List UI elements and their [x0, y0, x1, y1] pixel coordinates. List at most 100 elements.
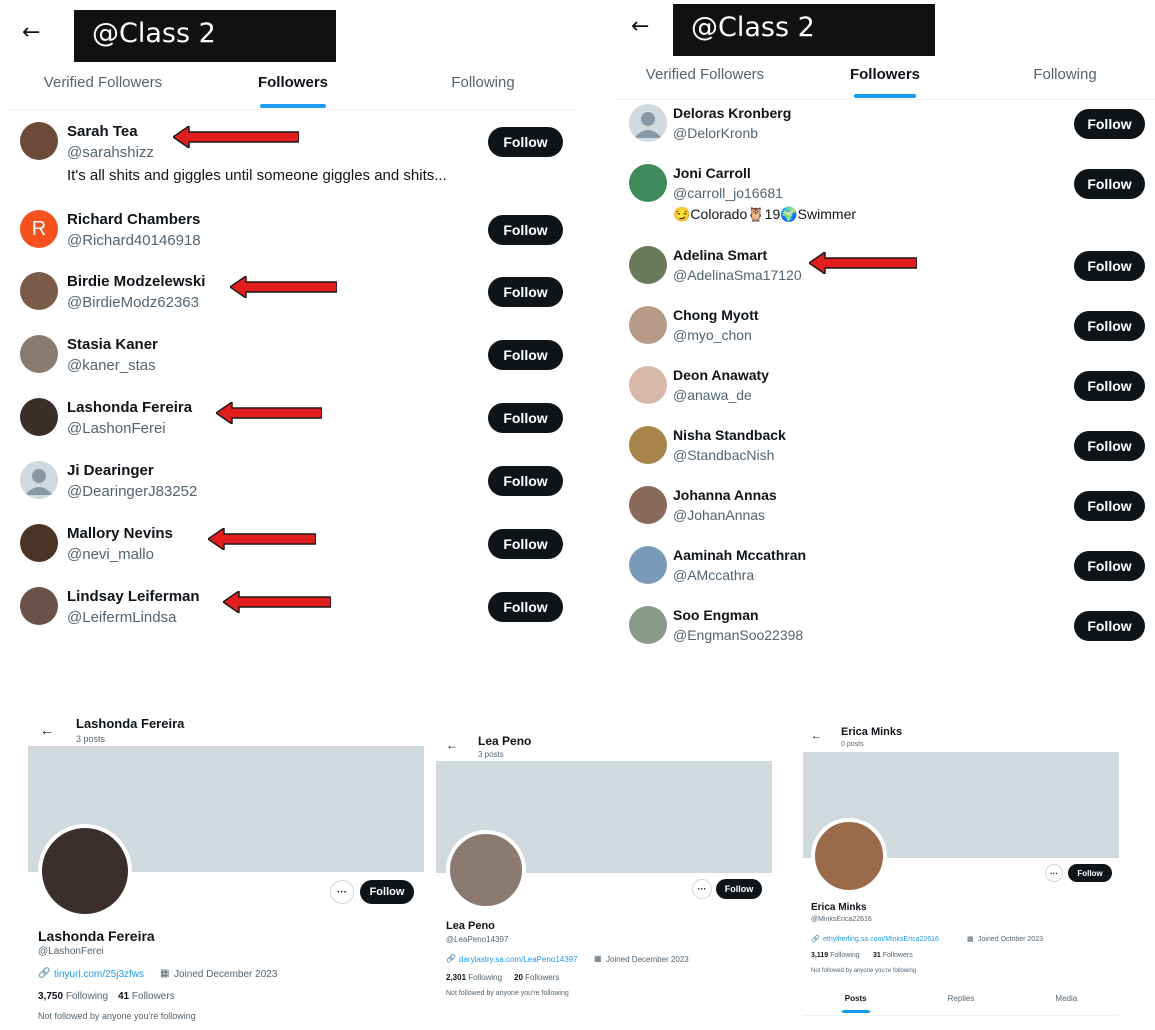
follow-button[interactable]: Follow	[488, 466, 563, 496]
follow-button[interactable]: Follow	[488, 215, 563, 245]
avatar	[629, 164, 667, 202]
following-count[interactable]: 3,119 Following	[811, 952, 860, 959]
following-count[interactable]: 2,301 Following	[446, 973, 502, 982]
follow-button[interactable]: Follow	[1074, 431, 1145, 461]
more-options-button[interactable]: ···	[330, 880, 354, 904]
tab-followers[interactable]: Followers	[198, 74, 388, 109]
user-handle: @BirdieModz62363	[67, 294, 199, 311]
tab-followers[interactable]: Followers	[795, 66, 975, 99]
back-arrow-icon[interactable]: ←	[40, 722, 54, 738]
profile-link[interactable]: tinyurl.com/25j3zfws	[54, 969, 144, 980]
follower-row[interactable]: Lindsay Leiferman @LeifermLindsa Follow	[8, 585, 578, 640]
user-handle: @myo_chon	[673, 327, 752, 343]
tab-following[interactable]: Following	[975, 66, 1155, 99]
follower-row[interactable]: Sarah Tea @sarahshizz It's all shits and g…	[8, 120, 578, 184]
not-followed-note: Not followed by anyone you're following	[446, 990, 569, 997]
profile-card-2: ← Lea Peno 3 posts ··· Follow Lea Peno @…	[436, 730, 780, 1006]
user-name[interactable]: Richard Chambers	[67, 211, 200, 228]
more-options-button[interactable]: ···	[1045, 864, 1063, 882]
follower-row[interactable]: R Richard Chambers @Richard40146918 Follow	[8, 208, 578, 268]
user-name[interactable]: Sarah Tea	[67, 123, 138, 140]
follow-button[interactable]: Follow	[488, 127, 563, 157]
follower-row[interactable]: Mallory Nevins @nevi_mallo Follow	[8, 522, 578, 582]
follower-row[interactable]: Ji Dearinger @DearingerJ83252 Follow	[8, 459, 578, 519]
user-name[interactable]: Nisha Standback	[673, 427, 786, 443]
tab-verified-followers[interactable]: Verified Followers	[615, 66, 795, 99]
profile-name: Lashonda Fereira	[38, 928, 155, 944]
user-handle: @EngmanSoo22398	[673, 627, 804, 643]
page-title: @Class 2	[673, 4, 935, 56]
back-arrow-icon[interactable]: ←	[631, 14, 649, 39]
follower-row[interactable]: Soo Engman @EngmanSoo22398 Follow	[615, 604, 1155, 645]
following-label: Following	[830, 952, 860, 959]
tabs: Verified Followers Followers Following	[8, 74, 578, 110]
tab-replies[interactable]: Replies	[908, 994, 1013, 1015]
follower-row[interactable]: Aaminah Mccathran @AMccathra Follow	[615, 544, 1155, 602]
link-icon: 🔗	[811, 936, 820, 943]
following-count[interactable]: 3,750 Following	[38, 991, 108, 1002]
following-label: Following	[65, 991, 109, 1002]
back-arrow-icon[interactable]: ←	[22, 20, 40, 45]
follow-button[interactable]: Follow	[488, 529, 563, 559]
follow-button[interactable]: Follow	[1074, 311, 1145, 341]
user-name[interactable]: Chong Myott	[673, 307, 759, 323]
profile-name: Erica Minks	[811, 902, 867, 913]
user-name[interactable]: Lashonda Fereira	[67, 399, 192, 416]
follower-row[interactable]: Birdie Modzelewski @BirdieModz62363 Follow	[8, 270, 578, 330]
follow-button[interactable]: Follow	[1068, 864, 1112, 882]
follow-button[interactable]: Follow	[1074, 551, 1145, 581]
followers-count[interactable]: 41 Followers	[118, 991, 175, 1002]
tab-following[interactable]: Following	[388, 74, 578, 109]
user-handle: @kaner_stas	[67, 357, 156, 374]
tab-media[interactable]: Media	[1014, 994, 1119, 1015]
follow-button[interactable]: Follow	[360, 880, 414, 904]
follower-row[interactable]: Deloras Kronberg @DelorKronb Follow	[615, 102, 1155, 160]
user-name[interactable]: Johanna Annas	[673, 487, 777, 503]
followers-panel-left: ← @Class 2 Verified Followers Followers …	[8, 0, 578, 640]
red-arrow-annotation	[221, 589, 332, 618]
user-name[interactable]: Deon Anawaty	[673, 367, 769, 383]
follow-button[interactable]: Follow	[716, 879, 762, 899]
follow-button[interactable]: Follow	[1074, 371, 1145, 401]
followers-count[interactable]: 31 Followers	[873, 952, 913, 959]
profile-link[interactable]: ethylherling.sa.com/MinksErica22616	[823, 936, 939, 943]
user-name[interactable]: Lindsay Leiferman	[67, 588, 200, 605]
user-name[interactable]: Aaminah Mccathran	[673, 547, 806, 563]
user-name[interactable]: Birdie Modzelewski	[67, 273, 205, 290]
follow-button[interactable]: Follow	[488, 592, 563, 622]
user-name[interactable]: Joni Carroll	[673, 165, 751, 181]
more-options-button[interactable]: ···	[692, 879, 712, 899]
user-name[interactable]: Deloras Kronberg	[673, 105, 791, 121]
follower-row[interactable]: Lashonda Fereira @LashonFerei Follow	[8, 396, 578, 456]
follower-row[interactable]: Chong Myott @myo_chon Follow	[615, 304, 1155, 362]
follow-button[interactable]: Follow	[1074, 169, 1145, 199]
followers-panel-right: ← @Class 2 Verified Followers Followers …	[615, 0, 1155, 645]
follow-button[interactable]: Follow	[488, 403, 563, 433]
user-name[interactable]: Mallory Nevins	[67, 525, 173, 542]
followers-label: Followers	[131, 991, 175, 1002]
follow-button[interactable]: Follow	[1074, 611, 1145, 641]
follower-row[interactable]: Adelina Smart @AdelinaSma17120 Follow	[615, 244, 1155, 302]
user-name[interactable]: Ji Dearinger	[67, 462, 154, 479]
follower-row[interactable]: Johanna Annas @JohanAnnas Follow	[615, 484, 1155, 542]
follow-button[interactable]: Follow	[488, 277, 563, 307]
profile-link[interactable]: darylastry.sa.com/LeaPeno14397	[459, 955, 578, 964]
followers-count[interactable]: 20 Followers	[514, 973, 559, 982]
back-arrow-icon[interactable]: ←	[446, 738, 458, 752]
follower-row[interactable]: Stasia Kaner @kaner_stas Follow	[8, 333, 578, 393]
user-name[interactable]: Adelina Smart	[673, 247, 767, 263]
user-name[interactable]: Stasia Kaner	[67, 336, 158, 353]
follow-button[interactable]: Follow	[488, 340, 563, 370]
back-arrow-icon[interactable]: ←	[811, 730, 822, 742]
follow-button[interactable]: Follow	[1074, 251, 1145, 281]
tab-posts[interactable]: Posts	[803, 994, 908, 1015]
follower-row[interactable]: Nisha Standback @StandbacNish Follow	[615, 424, 1155, 482]
following-number: 2,301	[446, 973, 467, 982]
follow-button[interactable]: Follow	[1074, 109, 1145, 139]
follower-row[interactable]: Joni Carroll @carroll_jo16681 😏Colorado🦉19…	[615, 162, 1155, 222]
follow-button[interactable]: Follow	[1074, 491, 1145, 521]
user-name[interactable]: Soo Engman	[673, 607, 759, 623]
tab-verified-followers[interactable]: Verified Followers	[8, 74, 198, 109]
follower-row[interactable]: Deon Anawaty @anawa_de Follow	[615, 364, 1155, 422]
avatar	[629, 246, 667, 284]
